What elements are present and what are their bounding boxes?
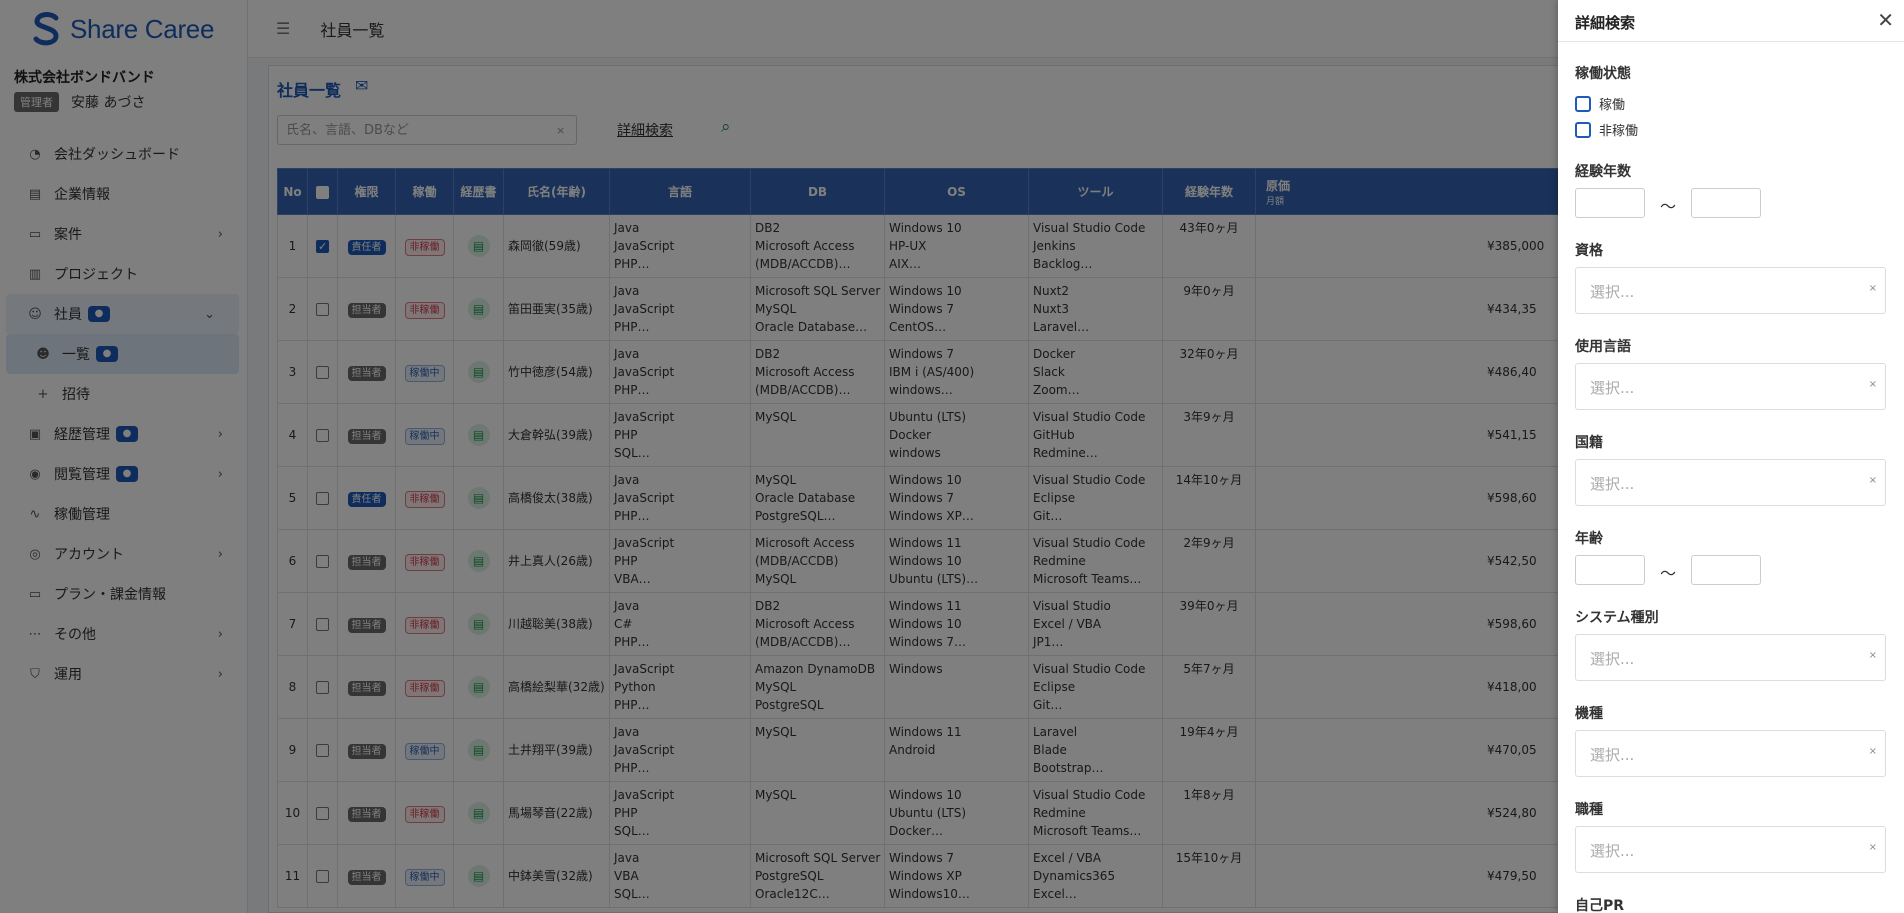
- status-option-active[interactable]: 稼働: [1575, 94, 1625, 113]
- experience-label: 経験年数: [1575, 164, 1631, 180]
- age-min-input[interactable]: [1575, 555, 1645, 585]
- select-placeholder: 選択...: [1590, 379, 1635, 397]
- range-tilde: 〜: [1660, 564, 1677, 583]
- clear-icon[interactable]: ×: [1869, 650, 1877, 661]
- select-placeholder: 選択...: [1590, 650, 1635, 668]
- age-max-input[interactable]: [1691, 555, 1761, 585]
- nationality-select[interactable]: 選択... ×: [1575, 459, 1886, 506]
- range-tilde: 〜: [1660, 197, 1677, 216]
- status-option-inactive[interactable]: 非稼働: [1575, 120, 1638, 139]
- status-option-label: 稼働: [1599, 98, 1626, 113]
- clear-icon[interactable]: ×: [1869, 746, 1877, 757]
- modal-overlay[interactable]: [0, 0, 1558, 913]
- system-label: システム種別: [1575, 610, 1659, 626]
- qualification-label: 資格: [1575, 243, 1603, 259]
- select-placeholder: 選択...: [1590, 746, 1635, 764]
- experience-max-input[interactable]: [1691, 188, 1761, 218]
- clear-icon[interactable]: ×: [1869, 475, 1877, 486]
- advanced-search-drawer: 詳細検索 ✕ 稼働状態 稼働 非稼働 経験年数 〜 資格 選択... × 使用言…: [1558, 0, 1904, 913]
- clear-icon[interactable]: ×: [1869, 283, 1877, 294]
- clear-icon[interactable]: ×: [1869, 379, 1877, 390]
- job-label: 職種: [1575, 802, 1603, 818]
- language-label: 使用言語: [1575, 339, 1631, 355]
- drawer-header: 詳細検索 ✕: [1558, 0, 1904, 42]
- select-placeholder: 選択...: [1590, 475, 1635, 493]
- close-icon[interactable]: ✕: [1877, 8, 1894, 32]
- device-label: 機種: [1575, 706, 1603, 722]
- select-placeholder: 選択...: [1590, 283, 1635, 301]
- device-select[interactable]: 選択... ×: [1575, 730, 1886, 777]
- job-select[interactable]: 選択... ×: [1575, 826, 1886, 873]
- age-label: 年齢: [1575, 531, 1603, 547]
- status-label: 稼働状態: [1575, 66, 1631, 82]
- nationality-label: 国籍: [1575, 435, 1603, 451]
- language-select[interactable]: 選択... ×: [1575, 363, 1886, 410]
- clear-icon[interactable]: ×: [1869, 842, 1877, 853]
- drawer-title: 詳細検索: [1575, 14, 1636, 32]
- select-placeholder: 選択...: [1590, 842, 1635, 860]
- pr-label: 自己PR: [1575, 898, 1625, 913]
- qualification-select[interactable]: 選択... ×: [1575, 267, 1886, 314]
- experience-min-input[interactable]: [1575, 188, 1645, 218]
- checkbox-inactive[interactable]: [1575, 121, 1591, 138]
- system-select[interactable]: 選択... ×: [1575, 634, 1886, 681]
- checkbox-active[interactable]: [1575, 95, 1591, 112]
- status-option-label: 非稼働: [1599, 124, 1639, 139]
